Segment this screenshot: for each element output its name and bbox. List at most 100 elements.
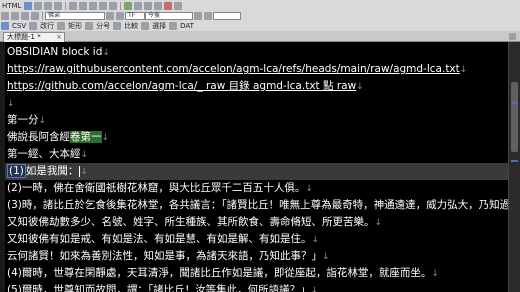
line-text: 云何諸賢！如來為善別法性，知如是事，為諸天來語，乃知此事？」 (7, 250, 322, 262)
macro-icon[interactable] (164, 2, 173, 10)
line-end-mark: ↓ (311, 235, 320, 245)
search-up-icon[interactable] (116, 12, 124, 20)
rect-select-icon[interactable] (57, 22, 66, 30)
rect-select-label[interactable]: 矩形 (66, 22, 84, 31)
paste-icon[interactable] (89, 2, 98, 10)
text-line: 云何諸賢！如來為善別法性，知如是事，為諸天來語，乃知此事？」↓ (7, 248, 330, 265)
line-end-mark: ↓ (80, 150, 89, 160)
grep-icon[interactable] (144, 2, 153, 10)
scrollbar-thumb[interactable] (511, 82, 518, 152)
highlight-icon[interactable] (204, 12, 212, 20)
toolbar-area: HTML 佛弟 TF 今後 CSV 改行 矩形 分号 比較 選择 DAT 大標題… (0, 0, 520, 42)
print-icon[interactable] (54, 2, 63, 10)
search-hit-marker (511, 160, 518, 162)
data-icon[interactable] (169, 22, 178, 30)
line-text: 佛說長阿含經 (7, 131, 70, 143)
toolbar-row-1: HTML (0, 1, 520, 11)
compare-label[interactable]: 比較 (122, 22, 140, 31)
text-line: ↓ (7, 95, 15, 112)
search-target-field[interactable]: 今後 (145, 12, 193, 20)
line-text: 如是我聞： (25, 165, 79, 177)
line-text: (5)爾時，世尊知而故問，謂：「諸比丘！汝等集此，何所語議？」 (7, 284, 311, 292)
text-line: 又知彼佛劫數多少、名號、姓字、所生種族、其所飲食、壽命脩短、所更苦樂。↓ (7, 214, 382, 231)
tab-bar: 大標題-1 * × (0, 31, 520, 42)
text-line: 第一分↓ (7, 112, 46, 129)
settings-icon[interactable] (174, 2, 183, 10)
line-text: (3)時，諸比丘於乞食後集花林堂，各共議言：「諸賢比丘！唯無上尊為最奇特，神通遠… (7, 199, 508, 211)
split-icon[interactable] (85, 22, 94, 30)
copy-icon[interactable] (79, 2, 88, 10)
search-field[interactable]: 佛弟 (45, 12, 105, 20)
redo-icon[interactable] (109, 2, 118, 10)
line-end-mark: ↓ (374, 218, 383, 228)
toolbar-row-3: CSV 改行 矩形 分号 比較 選择 DAT (0, 21, 520, 31)
current-line: (1) 如是我聞： ↓ (5, 163, 508, 180)
wrap-label[interactable]: 改行 (38, 22, 56, 31)
line-text: 第一經、大本經 (7, 148, 81, 160)
open-file-icon[interactable] (34, 2, 43, 10)
raw-url-link[interactable]: https://raw.githubusercontent.com/accelo… (7, 63, 460, 75)
text-line: https://github.com/accelon/agm-lca/_ raw… (7, 78, 364, 95)
tab-close-icon[interactable]: × (56, 33, 62, 42)
toolbar-row-2: 佛弟 TF 今後 (0, 11, 520, 21)
underline-icon[interactable] (21, 12, 29, 20)
tab-list-icon[interactable] (509, 33, 516, 40)
data-label[interactable]: DAT (178, 22, 196, 31)
line-text: (2)一時，佛在舍衛國祇樹花林窟，與大比丘眾千二百五十人俱。 (7, 182, 306, 194)
csv-icon[interactable] (1, 22, 9, 30)
split-label[interactable]: 分号 (94, 22, 112, 31)
line-end-mark: ↓ (101, 133, 110, 143)
html-mode-label[interactable]: HTML (0, 2, 23, 11)
text-line: (2)一時，佛在舍衛國祇樹花林窟，與大比丘眾千二百五十人俱。↓ (7, 180, 313, 197)
search-highlight: 卷第一 (70, 131, 102, 143)
line-text: 第一分 (7, 114, 39, 126)
encoding-field[interactable]: TF (125, 12, 145, 20)
toolbar-divider (120, 2, 122, 10)
select-label[interactable]: 選择 (150, 22, 168, 31)
vertical-scrollbar[interactable] (508, 42, 520, 292)
tab-controls (508, 33, 517, 40)
line-end-mark: ↓ (431, 269, 439, 279)
line-text: OBSIDIAN block id (7, 46, 103, 58)
text-line: (3)時，諸比丘於乞食後集花林堂，各共議言：「諸賢比丘！唯無上尊為最奇特，神通遠… (7, 197, 508, 214)
line-end-mark: ↓ (459, 65, 468, 75)
undo-icon[interactable] (99, 2, 108, 10)
toolbar-divider (42, 12, 43, 20)
tab-label: 大標題-1 * (7, 33, 41, 41)
wrap-icon[interactable] (29, 22, 38, 30)
github-url-link[interactable]: https://github.com/accelon/agm-lca/_ raw… (7, 80, 356, 92)
text-line: (5)爾時，世尊知而故問，謂：「諸比丘！汝等集此，何所語議？」↓ (7, 282, 318, 292)
line-end-mark: ↓ (356, 82, 364, 92)
text-line: 第一經、大本經↓ (7, 146, 88, 163)
italic-icon[interactable] (11, 12, 19, 20)
line-end-mark: ↓ (305, 184, 313, 194)
save-icon[interactable] (44, 2, 53, 10)
text-line: OBSIDIAN block id↓ (7, 44, 110, 61)
toolbar-divider (65, 2, 67, 10)
select-icon[interactable] (141, 22, 150, 30)
line-end-mark: ↓ (102, 48, 110, 58)
align-icon[interactable] (31, 12, 39, 20)
text-line: https://raw.githubusercontent.com/accelo… (7, 61, 467, 78)
editor-pane[interactable]: OBSIDIAN block id↓ https://raw.githubuse… (0, 42, 508, 292)
line-text: 又知彼佛劫數多少、名號、姓字、所生種族、其所飲食、壽命脩短、所更苦樂。 (7, 216, 375, 228)
paragraph-number: (1) (7, 164, 26, 178)
replace-icon[interactable] (134, 2, 143, 10)
bold-icon[interactable] (1, 12, 9, 20)
line-end-mark: ↓ (7, 99, 15, 109)
text-line: (4)爾時，世尊在閑靜處，天耳清淨，聞諸比丘作如是議，即從座起，詣花林堂，就座而… (7, 265, 439, 282)
line-end-mark: ↓ (322, 252, 330, 262)
compare-icon[interactable] (113, 22, 122, 30)
new-file-icon[interactable] (24, 2, 33, 10)
tab-document[interactable]: 大標題-1 * × (3, 32, 65, 42)
search-down-icon[interactable] (106, 12, 114, 20)
text-line: 又知彼佛有如是戒、有如是法、有如是慧、有如是解、有如是住。↓ (7, 231, 319, 248)
search-hit-marker (511, 102, 518, 104)
cut-icon[interactable] (69, 2, 78, 10)
find-icon[interactable] (124, 2, 133, 10)
line-end-mark: ↓ (38, 116, 47, 126)
mode-field[interactable] (213, 12, 241, 20)
filter-icon[interactable] (194, 12, 202, 20)
bookmark-icon[interactable] (154, 2, 163, 10)
csv-label[interactable]: CSV (10, 22, 28, 31)
